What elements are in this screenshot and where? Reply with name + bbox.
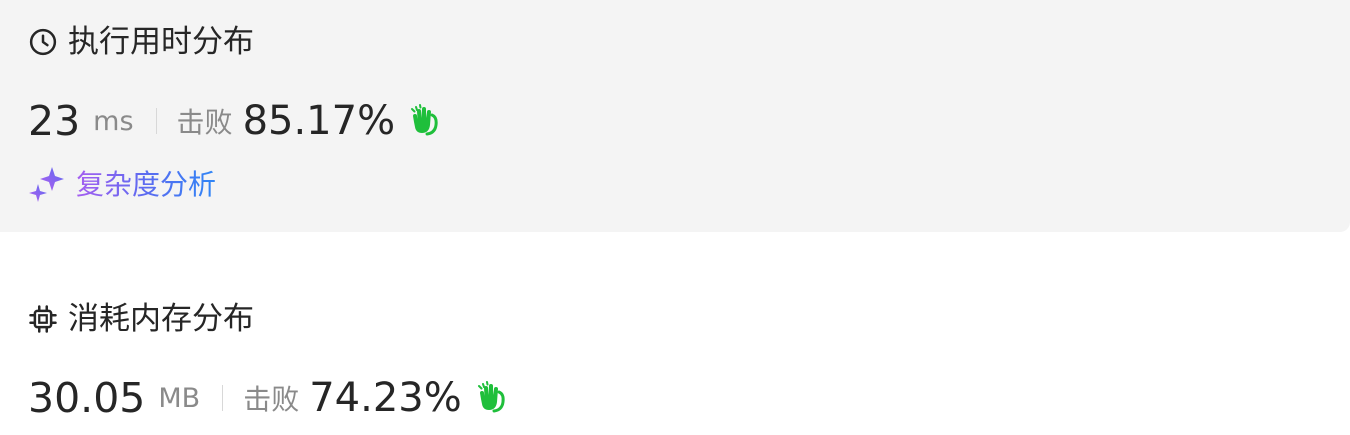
memory-unit: MB bbox=[158, 382, 201, 414]
memory-title: 消耗内存分布 bbox=[28, 299, 254, 339]
memory-value: 30.05 bbox=[28, 374, 146, 422]
memory-beats-label: 击败 bbox=[243, 383, 300, 416]
memory-title-text: 消耗内存分布 bbox=[68, 301, 254, 337]
runtime-beats-value: 85.17% bbox=[242, 98, 396, 144]
runtime-title: 执行用时分布 bbox=[28, 22, 254, 62]
runtime-divider bbox=[155, 108, 157, 134]
complexity-analysis-link[interactable]: 复杂度分析 bbox=[28, 163, 216, 203]
runtime-metric-row: 23 ms 击败 85.17% bbox=[28, 91, 443, 151]
memory-divider bbox=[222, 385, 224, 411]
runtime-unit: ms bbox=[93, 105, 134, 137]
runtime-title-text: 执行用时分布 bbox=[68, 24, 254, 60]
runtime-card: 执行用时分布 23 ms 击败 85.17% 复杂度分析 bbox=[0, 0, 1350, 232]
memory-metric-row: 30.05 MB 击败 74.23% bbox=[28, 368, 510, 428]
sparkle-icon bbox=[29, 167, 64, 202]
memory-beats-value: 74.23% bbox=[309, 375, 462, 421]
clap-icon bbox=[477, 381, 505, 413]
runtime-value: 23 bbox=[28, 97, 81, 145]
chip-icon bbox=[29, 305, 57, 333]
complexity-analysis-label: 复杂度分析 bbox=[76, 163, 216, 203]
clap-icon bbox=[411, 104, 438, 136]
runtime-beats-label: 击败 bbox=[176, 106, 233, 139]
clock-icon bbox=[29, 28, 57, 56]
